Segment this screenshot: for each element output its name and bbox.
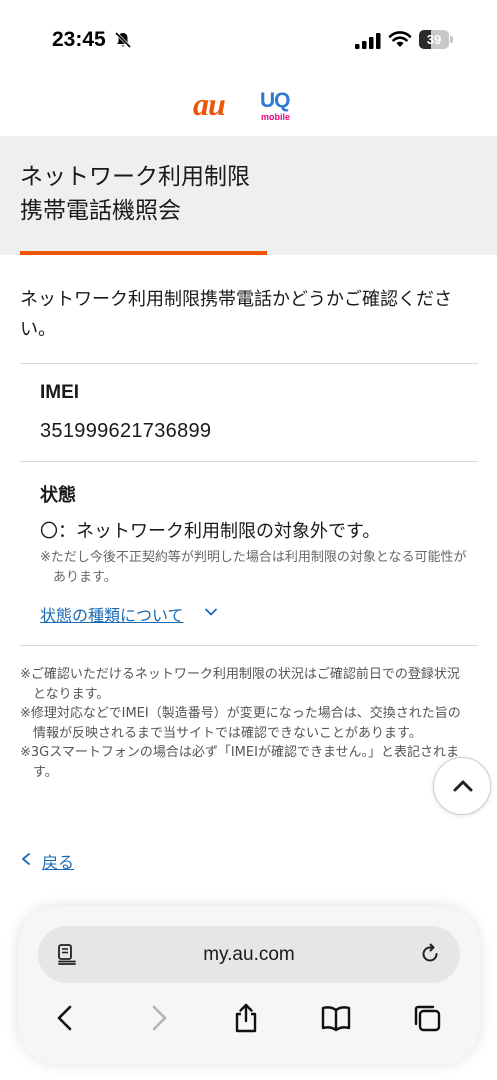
page-title-line1: ネットワーク利用制限 bbox=[20, 164, 250, 190]
intro-text: ネットワーク利用制限携帯電話かどうかご確認ください。 bbox=[20, 289, 452, 340]
chevron-right-icon bbox=[152, 1005, 167, 1031]
reader-mode-icon[interactable] bbox=[56, 943, 78, 965]
imei-value: 351999621736899 bbox=[40, 420, 212, 442]
forward-button[interactable] bbox=[142, 1002, 174, 1034]
divider bbox=[20, 645, 478, 646]
chevron-down-icon[interactable] bbox=[203, 604, 219, 620]
note-item: ※ご確認いただけるネットワーク利用制限の状況はご確認前日での登録状況となります。 bbox=[20, 667, 460, 702]
uq-logo[interactable]: UQ bbox=[260, 90, 290, 112]
share-icon bbox=[235, 1003, 257, 1033]
scroll-to-top-button[interactable] bbox=[433, 757, 491, 815]
battery-percent: 39 bbox=[426, 32, 442, 47]
address-bar[interactable]: my.au.com bbox=[38, 926, 460, 983]
page-header: ネットワーク利用制限 携帯電話機照会 bbox=[0, 136, 497, 255]
status-result: 〇：ネットワーク利用制限の対象外です。 bbox=[40, 521, 381, 542]
status-time: 23:45 bbox=[52, 28, 106, 51]
note-item: ※修理対応などでIMEI（製造番号）が変更になった場合は、交換された旨の情報が反… bbox=[20, 706, 461, 741]
uq-mobile-logo-text: mobile bbox=[261, 112, 291, 122]
share-button[interactable] bbox=[230, 1002, 262, 1034]
bookmarks-button[interactable] bbox=[320, 1002, 352, 1034]
back-chevron-icon[interactable] bbox=[20, 852, 32, 866]
book-icon bbox=[321, 1006, 351, 1032]
wifi-icon bbox=[388, 31, 412, 47]
note-item: ※3Gスマートフォンの場合は必ず「IMEIが確認できません。」と表記されます。 bbox=[20, 745, 460, 780]
tabs-button[interactable] bbox=[411, 1002, 443, 1034]
browser-toolbar: my.au.com bbox=[18, 906, 480, 1064]
tabs-icon bbox=[414, 1005, 441, 1032]
battery-indicator: 39 bbox=[419, 30, 453, 49]
divider bbox=[20, 363, 478, 364]
chevron-left-icon bbox=[57, 1005, 72, 1031]
divider bbox=[20, 461, 478, 462]
bell-slash-icon bbox=[114, 31, 132, 49]
brand-logos: au UQ mobile bbox=[0, 86, 497, 126]
page-title-line2: 携帯電話機照会 bbox=[20, 198, 181, 224]
back-link[interactable]: 戻る bbox=[42, 849, 74, 873]
title-accent-underline bbox=[20, 251, 267, 255]
page-title: ネットワーク利用制限 携帯電話機照会 bbox=[20, 160, 250, 228]
au-logo[interactable]: au bbox=[193, 86, 226, 122]
status-types-link[interactable]: 状態の種類について bbox=[40, 602, 184, 626]
imei-label: IMEI bbox=[40, 382, 80, 403]
status-note: ※ただし今後不正契約等が判明した場合は利用制限の対象となる可能性があります。 bbox=[40, 550, 467, 585]
reload-icon[interactable] bbox=[418, 942, 442, 966]
status-label: 状態 bbox=[40, 485, 76, 506]
status-bar: 23:45 39 bbox=[0, 0, 497, 80]
chevron-up-icon bbox=[453, 780, 473, 792]
back-button[interactable] bbox=[50, 1002, 82, 1034]
url-text[interactable]: my.au.com bbox=[38, 926, 460, 983]
cellular-signal-icon bbox=[355, 33, 381, 49]
notes-list: ※ご確認いただけるネットワーク利用制限の状況はご確認前日での登録状況となります。… bbox=[20, 665, 470, 782]
